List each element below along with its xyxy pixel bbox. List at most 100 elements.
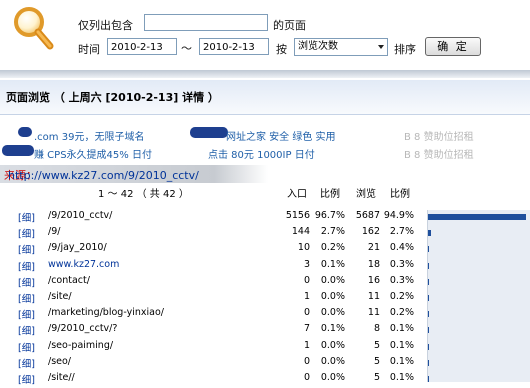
detail-link[interactable]: [细] [18,275,35,289]
entry-count: 144 [291,226,310,238]
entry-count: 1 [303,339,310,351]
entry-pct: 96.7% [314,210,345,221]
view-pct: 0.3% [389,258,414,270]
ad-slot-1[interactable]: B 8 赞助位招租 [404,128,474,143]
table-row: [细] /9/jay_2010/10 0.2% 21 0.4% [0,242,427,258]
entry-count: 10 [297,242,310,254]
sort-select[interactable]: 浏览次数 [294,38,388,56]
page-suffix-label: 的页面 [273,19,306,32]
page-path: /site/ [48,291,72,302]
magnifier-icon [11,5,55,51]
table-row: [细] /9/2010_cctv/? 7 0.1% 8 0.1% [0,323,427,339]
view-pct: 0.4% [389,242,414,254]
view-pct: 94.9% [383,210,414,221]
table-row: [细] /site/1 0.0% 11 0.2% [0,291,427,307]
view-pct: 2.7% [389,226,414,238]
table-row: [细] /marketing/blog-yinxiao/0 0.0% 11 0.2% [0,307,427,323]
view-count: 162 [361,226,380,238]
entry-count: 0 [303,355,310,367]
detail-link[interactable]: [细] [18,210,35,224]
page-path: /contact/ [48,274,90,286]
share-bar [428,278,429,285]
ad-link-4[interactable]: 点击 80元 1000IP 日付 [208,146,315,161]
view-count: 8 [373,323,380,335]
view-pct: 0.1% [389,355,414,367]
confirm-button[interactable]: 确 定 [425,37,481,56]
pagination-range: 1 ～ 42 （ 共 42 ） [98,189,189,200]
share-bar [428,359,429,366]
page-path: /seo/ [48,355,72,367]
view-count: 5 [373,372,380,383]
ad-link-3[interactable]: 赚 CPS永久提成45% 日付 [34,146,152,161]
page-path: /site// [48,372,75,383]
only-contains-label: 仅列出包含 [78,19,133,32]
share-bar [428,327,429,334]
share-bar [428,214,526,220]
redacted-mark [18,127,32,137]
page-path: /9/jay_2010/ [48,242,107,254]
entry-pct: 0.0% [320,274,345,286]
table-row: [细] /9/144 2.7% 162 2.7% [0,226,427,242]
time-label: 时间 [78,43,100,56]
filter-bar: 仅列出包含 的页面 时间 2010-2-13 ～ 2010-2-13 按 浏览次… [0,0,530,72]
date-from-input[interactable]: 2010-2-13 [107,38,177,55]
ad-link-2[interactable]: 网址之家 安全 绿色 实用 [226,128,336,143]
entry-count: 0 [303,372,310,383]
date-to-input[interactable]: 2010-2-13 [199,38,269,55]
page-path[interactable]: www.kz27.com [48,259,119,270]
entry-count: 3 [303,258,310,270]
view-count: 18 [367,258,380,270]
entry-pct: 0.0% [320,372,345,383]
entry-count: 5156 [285,210,310,221]
detail-link[interactable]: [细] [18,242,35,256]
table-row: [细] /site// 0 0.0% 5 0.1% [0,372,427,388]
detail-link[interactable]: [细] [18,340,35,354]
share-bar [428,311,429,318]
share-bar [428,262,429,269]
share-bar [428,230,431,237]
detail-link[interactable]: [细] [18,372,35,386]
detail-link[interactable]: [细] [18,259,35,273]
detail-link[interactable]: [细] [18,323,35,337]
share-bar [428,376,429,382]
col-header-views-pct: 比例 [390,189,410,200]
col-header-entry: 入口 [287,189,307,200]
detail-link[interactable]: [细] [18,307,35,321]
view-pct: 0.1% [389,372,414,383]
ad-link-1[interactable]: .com 39元，无限子域名 [34,128,144,143]
sort-select-value: 浏览次数 [298,41,338,52]
table-row: [细] /seo/0 0.0% 5 0.1% [0,356,427,372]
entry-pct: 0.0% [320,307,345,319]
source-bar: 来源： http://www.kz27.com/9/2010_cctv/ [0,165,268,183]
date-range-separator: ～ [181,42,192,55]
detail-link[interactable]: [细] [18,291,35,305]
ad-banner: .com 39元，无限子域名 网址之家 安全 绿色 实用 B 8 赞助位招租 赚… [0,118,530,164]
page-title-bar: 页面浏览 （ 上周六 [2010-2-13] 详情 ） [0,80,530,115]
share-bar-chart [427,210,530,382]
entry-count: 0 [303,274,310,286]
entry-pct: 0.1% [320,323,345,335]
source-url-link[interactable]: http://www.kz27.com/9/2010_cctv/ [8,169,199,182]
view-count: 5 [373,339,380,351]
keyword-input[interactable] [144,14,268,31]
entry-pct: 0.0% [320,291,345,302]
table-row: [细] /9/2010_cctv/5156 96.7% 5687 94.9% [0,210,427,226]
share-bar [428,343,429,350]
page-path: /9/ [48,226,61,238]
entry-count: 7 [303,323,310,335]
detail-link[interactable]: [细] [18,356,35,370]
view-count: 16 [367,274,380,286]
view-pct: 0.2% [389,307,414,319]
page-path: /seo-paiming/ [48,339,114,351]
entry-count: 1 [303,291,310,302]
table-row: [细] www.kz27.com 3 0.1% 18 0.3% [0,259,427,275]
view-count: 11 [367,307,380,319]
page-title: 页面浏览 （ 上周六 [2010-2-13] 详情 ） [6,91,219,104]
detail-link[interactable]: [细] [18,226,35,240]
by-label: 按 [276,43,287,56]
ad-slot-2[interactable]: B 8 赞助位招租 [404,146,474,161]
chevron-down-icon [378,45,384,49]
entry-pct: 2.7% [320,226,345,238]
view-pct: 0.3% [389,274,414,286]
share-bar [428,246,429,253]
